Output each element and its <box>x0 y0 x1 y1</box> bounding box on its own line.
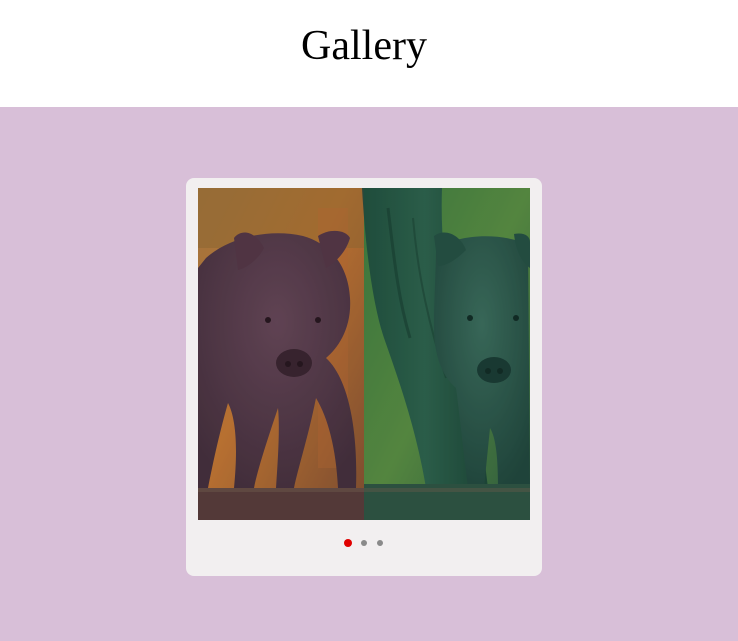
carousel-dot-2[interactable] <box>361 540 367 546</box>
header: Gallery <box>0 0 738 107</box>
carousel-dot-1[interactable] <box>344 539 352 547</box>
wild-boar-photo <box>198 188 530 520</box>
carousel-card <box>186 178 542 576</box>
page-title: Gallery <box>301 23 427 69</box>
carousel-dots <box>186 539 542 547</box>
carousel-dot-3[interactable] <box>377 540 383 546</box>
